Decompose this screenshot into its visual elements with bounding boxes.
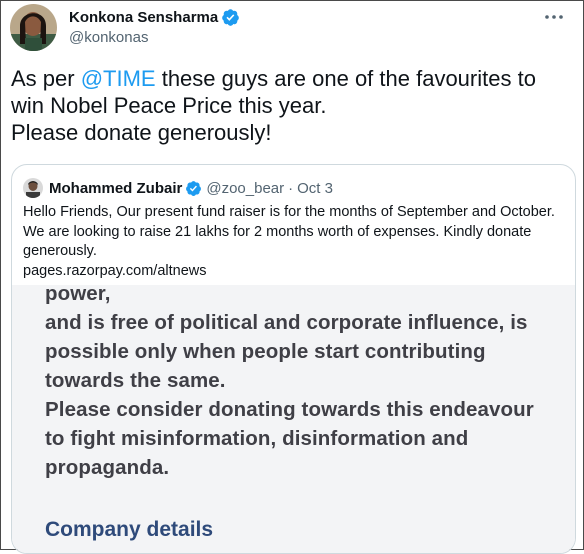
image-text-line: towards the same.	[45, 369, 226, 392]
quoted-tweet[interactable]: Mohammed Zubair @zoo_bear · Oct 3 Hello …	[11, 164, 576, 554]
author-avatar-image	[10, 4, 57, 51]
quoted-tweet-text: Hello Friends, Our present fund raiser i…	[23, 203, 568, 281]
quoted-tweet-link[interactable]: pages.razorpay.com/altnews	[23, 262, 568, 282]
author-block: Konkona Sensharma @konkonas	[69, 7, 240, 46]
image-text-block: power, and is free of political and corp…	[45, 285, 565, 482]
quoted-tweet-image[interactable]: power, and is free of political and corp…	[12, 285, 575, 553]
author-name-row: Konkona Sensharma	[69, 7, 240, 27]
tweet-text-line-3: Please donate generously!	[11, 120, 272, 145]
tweet-text-line-2: win Nobel Peace Price this year.	[11, 93, 327, 118]
image-text-line: Please consider donating towards this en…	[45, 398, 534, 421]
quoted-separator: ·	[288, 179, 294, 197]
author-name[interactable]: Konkona Sensharma	[69, 9, 218, 26]
tweet-text: As per @TIME these guys are one of the f…	[11, 65, 576, 146]
author-avatar[interactable]	[10, 4, 57, 51]
tweet-text-prefix: As per	[11, 66, 81, 91]
verified-badge-icon	[186, 180, 202, 196]
image-text-line: propaganda.	[45, 456, 170, 479]
quoted-author-avatar[interactable]	[23, 178, 43, 198]
verified-badge-icon	[222, 8, 240, 26]
quoted-author-handle[interactable]: @zoo_bear	[206, 180, 284, 197]
author-handle[interactable]: @konkonas	[69, 29, 240, 46]
tweet-card: Konkona Sensharma @konkonas As per @TIME…	[0, 0, 584, 554]
quoted-tweet-header: Mohammed Zubair @zoo_bear · Oct 3	[23, 178, 333, 198]
image-text-line: to fight misinformation, disinformation …	[45, 427, 469, 450]
more-options-icon[interactable]	[543, 9, 565, 25]
tweet-text-line-1: As per @TIME these guys are one of the f…	[11, 65, 576, 92]
mention-link[interactable]: @TIME	[81, 66, 156, 91]
image-text-line: power,	[45, 285, 111, 305]
quoted-author-name[interactable]: Mohammed Zubair	[49, 180, 182, 197]
image-text-line: possible only when people start contribu…	[45, 340, 486, 363]
quoted-author-avatar-image	[23, 178, 43, 198]
quoted-tweet-body: Hello Friends, Our present fund raiser i…	[23, 204, 555, 259]
image-heading: Company details	[45, 518, 214, 541]
quoted-date[interactable]: Oct 3	[297, 180, 333, 197]
tweet-text-line1-rest: these guys are one of the favourites to	[155, 66, 536, 91]
image-text-line: and is free of political and corporate i…	[45, 311, 528, 334]
